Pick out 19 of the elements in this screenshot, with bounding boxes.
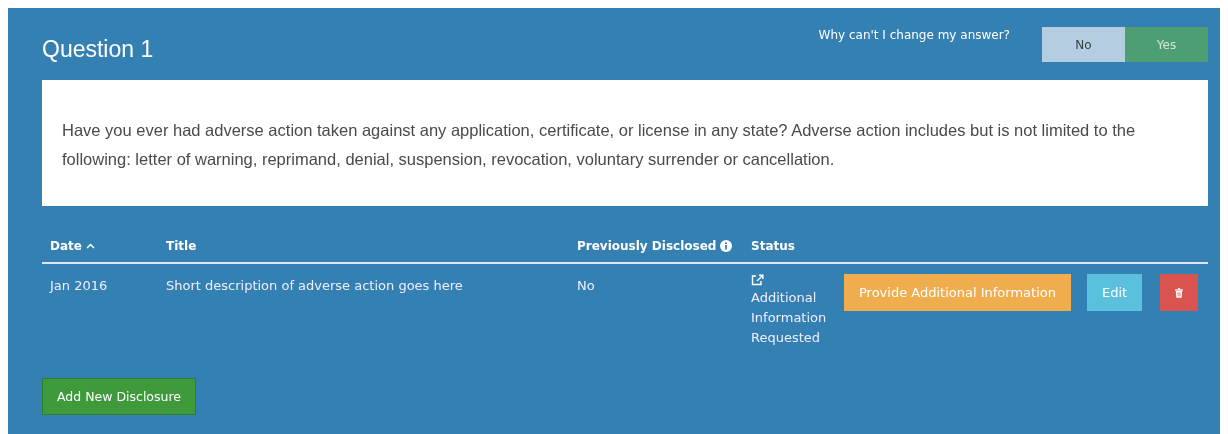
date-cell-text: Jan 2016 [50, 277, 109, 295]
column-header[interactable]: Title [166, 239, 197, 253]
status-text: Additional Information Requested [751, 289, 828, 347]
info-icon [720, 240, 733, 252]
disclosed-cell-text: No [577, 277, 596, 295]
title-cell-text: Short description of adverse action goes here [166, 277, 464, 295]
help-link[interactable]: Why can't I change my answer? [818, 28, 1010, 42]
question-text: Have you ever had adverse action taken against any application, certificate, or license in any state? Adverse action includes but is not limited to the following: letter of warning, reprimand, denial, suspension, revocation, voluntary surrender or cancellation. [42, 80, 1208, 206]
answer-option[interactable]: Yes [1125, 27, 1208, 62]
external-link-icon [751, 274, 764, 286]
column-header[interactable]: Previously Disclosed [577, 239, 733, 253]
delete-button[interactable] [1160, 274, 1199, 311]
trash-icon [1175, 286, 1184, 299]
answer-option[interactable]: No [1042, 27, 1125, 62]
column-header[interactable]: Status [751, 239, 795, 253]
question-title: Question 1 [42, 36, 155, 63]
column-header[interactable]: Date [50, 239, 95, 253]
sort-ascending-icon [85, 243, 95, 249]
add-disclosure-button[interactable]: Add New Disclosure [42, 378, 196, 415]
